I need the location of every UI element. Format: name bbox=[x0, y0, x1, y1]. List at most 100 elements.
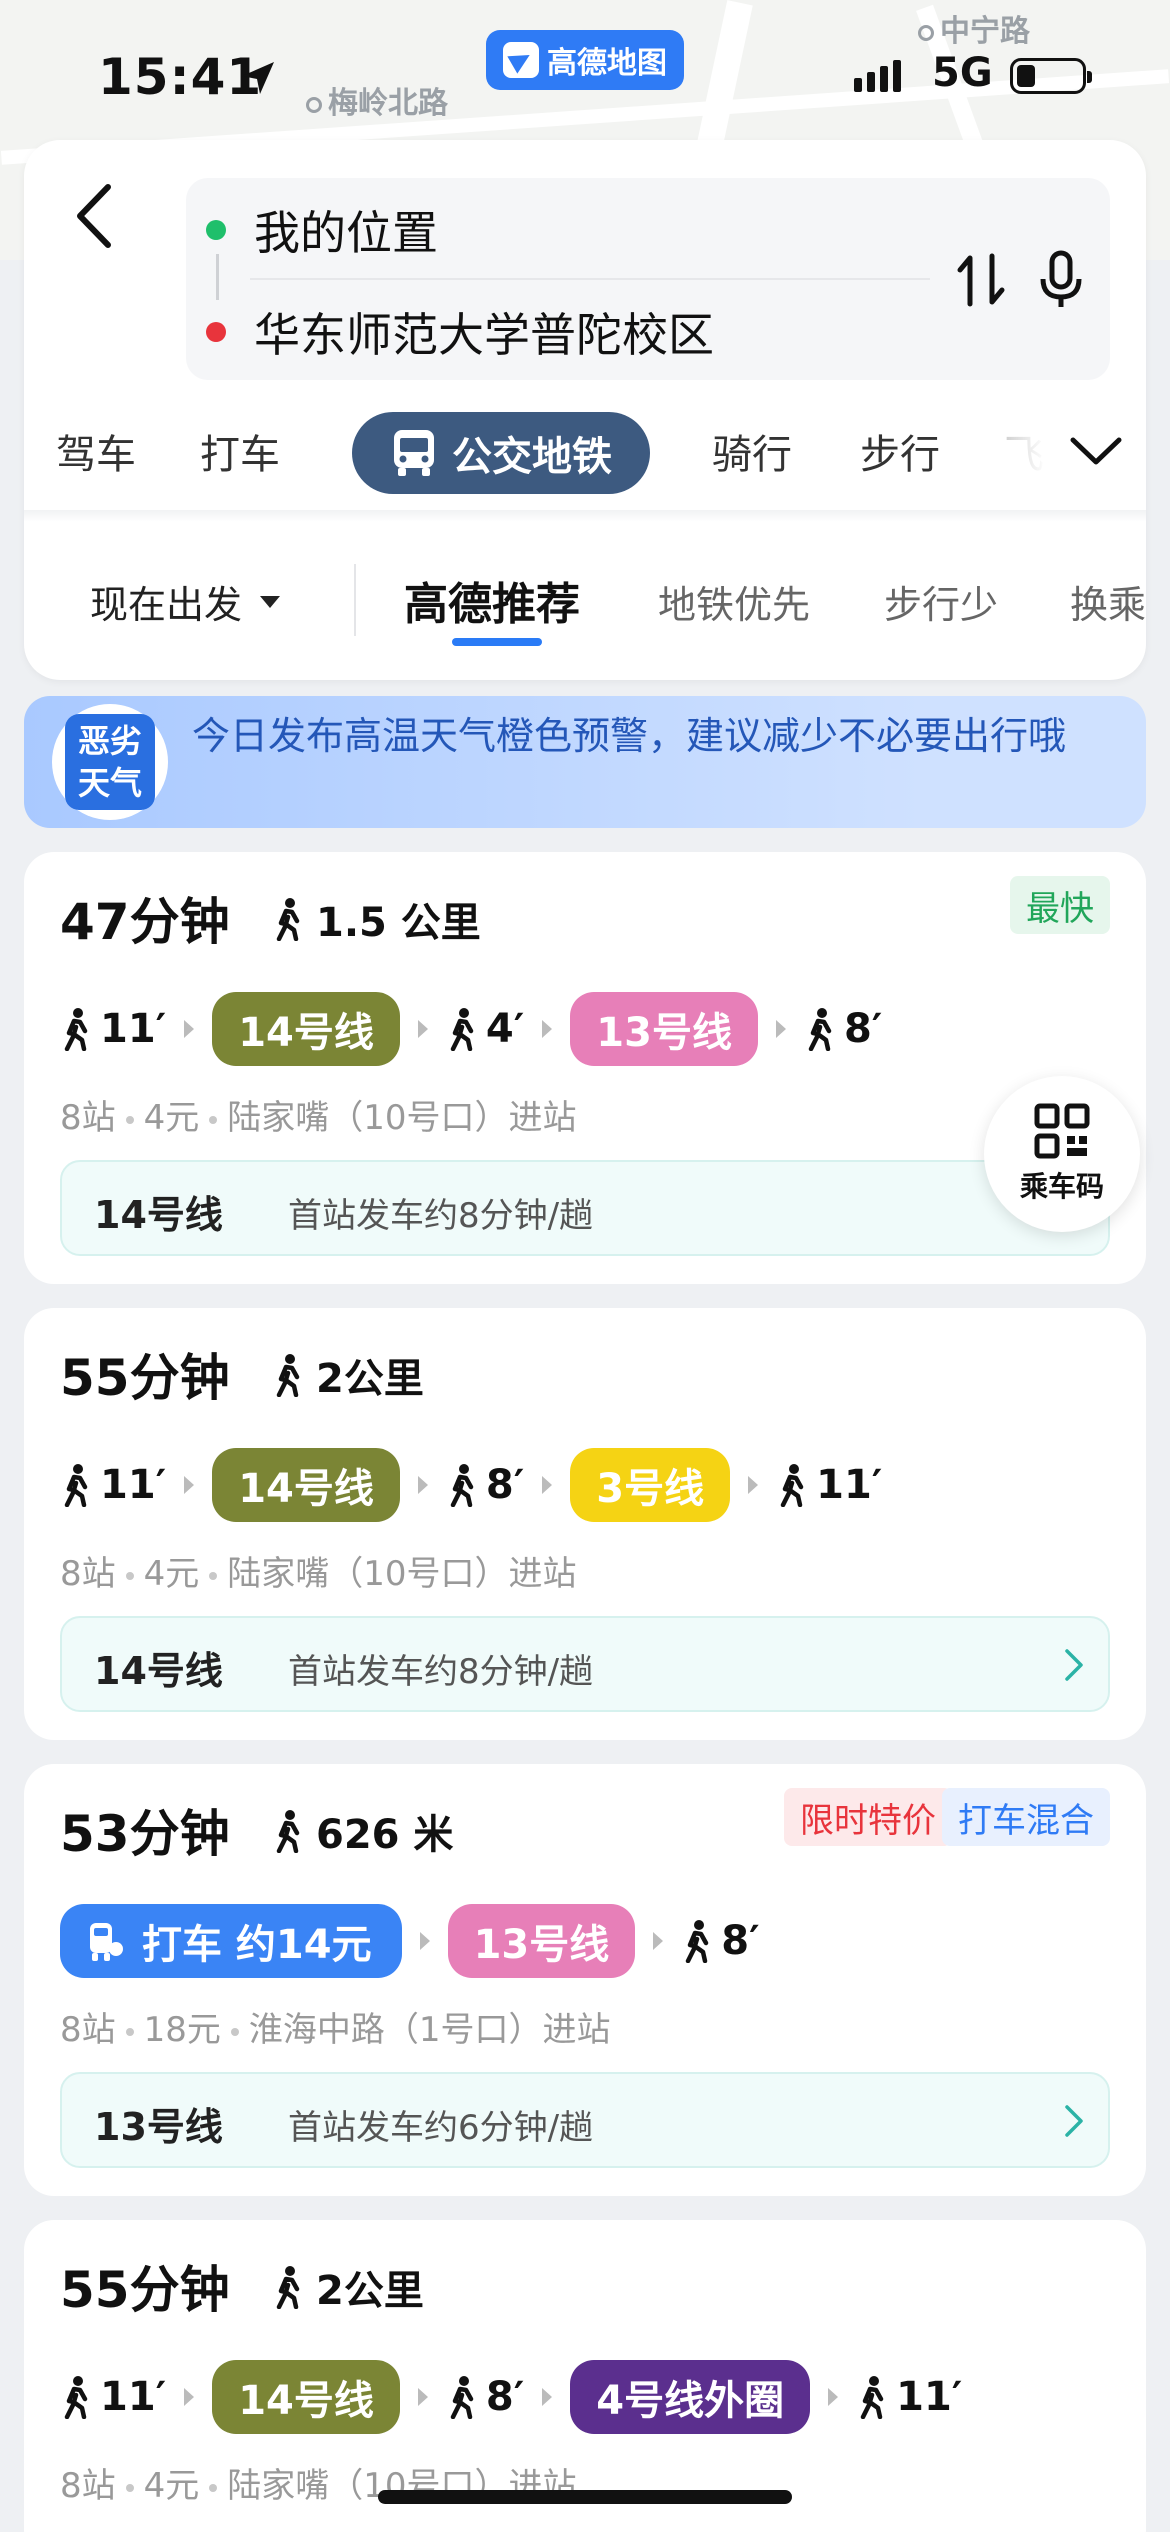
route-duration: 53分钟 bbox=[60, 1805, 230, 1863]
more-modes-button[interactable] bbox=[986, 410, 1146, 490]
walk-distance: 2公里 bbox=[272, 2258, 424, 2316]
caret-down-icon bbox=[260, 595, 281, 608]
walking-icon bbox=[64, 2376, 88, 2419]
walk-segment: 11′ bbox=[60, 1006, 166, 1052]
microphone-icon bbox=[1040, 250, 1082, 307]
route-duration: 55分钟 bbox=[60, 2261, 230, 2319]
walk-segment: 11′ bbox=[60, 2374, 166, 2420]
line-14-badge: 14号线 bbox=[212, 992, 400, 1066]
line-frequency-bar[interactable]: 14号线 首站发车约8分钟/趟 bbox=[60, 1160, 1110, 1256]
route-card[interactable]: 47分钟 1.5 公里 最快 11′ 14号线 4′ 13号线 8′ 8站 4元陆… bbox=[24, 852, 1146, 1284]
walk-distance: 1.5 公里 bbox=[272, 890, 481, 948]
weather-alert-text: 今日发布高温天气橙色预警，建议减少不必要出行哦 bbox=[192, 714, 1067, 758]
segment-arrow-icon bbox=[542, 2388, 553, 2406]
filter-subway-first[interactable]: 地铁优先 bbox=[658, 574, 810, 629]
divider bbox=[250, 278, 930, 280]
route-input-box: 我的位置 华东师范大学普陀校区 bbox=[186, 178, 1110, 380]
route-card[interactable]: 55分钟 2公里 11′ 14号线 8′ 3号线 11′ 8站 4元 陆家嘴（10号… bbox=[24, 1308, 1146, 1740]
segment-arrow-icon bbox=[417, 2388, 428, 2406]
walking-icon bbox=[450, 1008, 474, 1051]
qr-code-icon bbox=[1034, 1103, 1090, 1159]
route-card[interactable]: 55分钟 2公里 11′ 14号线 8′ 4号线外圈 11′ 8站 4元 陆家嘴（1… bbox=[24, 2220, 1146, 2532]
walking-icon bbox=[686, 1920, 709, 1963]
route-card[interactable]: 53分钟 626 米 限时特价 打车混合 打车 约14元 13号线 8′ 8站 1… bbox=[24, 1764, 1146, 2196]
destination-field[interactable]: 华东师范大学普陀校区 bbox=[206, 292, 714, 372]
status-bar: 15:41 高德地图 5G bbox=[0, 0, 1170, 140]
tab-walking[interactable]: 步行 bbox=[860, 422, 940, 480]
line-13-badge: 13号线 bbox=[447, 1904, 636, 1978]
network-type: 5G bbox=[932, 50, 993, 96]
chevron-left-icon bbox=[77, 184, 111, 248]
segment-arrow-icon bbox=[184, 2388, 195, 2406]
battery-icon bbox=[1010, 58, 1092, 94]
ride-code-button[interactable]: 乘车码 bbox=[984, 1076, 1140, 1232]
route-segments: 11′ 14号线 8′ 4号线外圈 11′ bbox=[60, 2360, 962, 2434]
segment-arrow-icon bbox=[828, 2388, 839, 2406]
weather-alert-banner[interactable]: 恶劣 天气 今日发布高温天气橙色预警，建议减少不必要出行哦 bbox=[24, 696, 1146, 828]
route-info: 8站 4元 陆家嘴（10号口）进站 bbox=[60, 1554, 577, 1594]
route-info: 8站 4元 陆家嘴（10号口）进站 bbox=[60, 1098, 577, 1138]
line-14-badge: 14号线 bbox=[212, 1448, 400, 1522]
route-search-card: 我的位置 华东师范大学普陀校区 驾车 打车 公交地铁 骑行 步行 现在出发 高德… bbox=[24, 140, 1146, 680]
chevron-down-icon bbox=[1070, 437, 1122, 465]
walk-distance: 2公里 bbox=[272, 1346, 424, 1404]
line-4-outer-badge: 4号线外圈 bbox=[570, 2360, 811, 2434]
segment-arrow-icon bbox=[184, 1020, 195, 1038]
filter-recommended[interactable]: 高德推荐 bbox=[404, 568, 580, 632]
divider bbox=[24, 510, 1146, 522]
home-indicator[interactable] bbox=[378, 2490, 792, 2504]
segment-arrow-icon bbox=[748, 1476, 759, 1494]
weather-badge-icon: 恶劣 天气 bbox=[52, 704, 168, 820]
back-button[interactable] bbox=[64, 176, 124, 256]
chevron-right-icon bbox=[1065, 1649, 1083, 1681]
tab-taxi[interactable]: 打车 bbox=[200, 422, 280, 480]
app-return-pill[interactable]: 高德地图 bbox=[486, 30, 684, 90]
segment-arrow-icon bbox=[775, 1020, 786, 1038]
walk-segment: 11′ bbox=[60, 1462, 166, 1508]
route-segments: 11′ 14号线 8′ 3号线 11′ bbox=[60, 1448, 882, 1522]
voice-input-button[interactable] bbox=[1026, 240, 1096, 320]
segment-arrow-icon bbox=[653, 1932, 664, 1950]
active-filter-indicator bbox=[452, 638, 542, 646]
tab-cycling[interactable]: 骑行 bbox=[712, 422, 792, 480]
depart-time-dropdown[interactable]: 现在出发 bbox=[90, 574, 281, 629]
route-segments: 打车 约14元 13号线 8′ bbox=[60, 1904, 760, 1978]
swap-button[interactable] bbox=[946, 240, 1016, 320]
walking-icon bbox=[276, 2266, 300, 2309]
tab-drive[interactable]: 驾车 bbox=[56, 422, 136, 480]
tab-transit[interactable]: 公交地铁 bbox=[352, 412, 650, 494]
origin-field[interactable]: 我的位置 bbox=[206, 190, 438, 270]
swap-arrows-icon bbox=[957, 253, 1005, 307]
travel-mode-tabs: 驾车 打车 公交地铁 骑行 步行 飞 bbox=[24, 400, 1146, 500]
walking-icon bbox=[450, 1464, 474, 1507]
origin-text: 我的位置 bbox=[254, 206, 438, 260]
segment-arrow-icon bbox=[184, 1476, 195, 1494]
taxi-mix-tag: 打车混合 bbox=[942, 1788, 1110, 1846]
limited-offer-tag: 限时特价 bbox=[784, 1788, 952, 1846]
taxi-segment-badge: 打车 约14元 bbox=[60, 1904, 402, 1978]
destination-dot bbox=[206, 322, 226, 342]
line-13-badge: 13号线 bbox=[570, 992, 758, 1066]
walking-icon bbox=[64, 1464, 88, 1507]
walking-icon bbox=[64, 1008, 88, 1051]
line-frequency-bar[interactable]: 14号线 首站发车约8分钟/趟 bbox=[60, 1616, 1110, 1712]
route-segments: 11′ 14号线 4′ 13号线 8′ bbox=[60, 992, 882, 1066]
segment-arrow-icon bbox=[542, 1020, 553, 1038]
walking-icon bbox=[276, 1354, 300, 1397]
walking-icon bbox=[780, 1464, 804, 1507]
filter-fewer-transfers[interactable]: 换乘 bbox=[1070, 574, 1146, 629]
walk-segment: 11′ bbox=[776, 1462, 882, 1508]
origin-dot bbox=[206, 220, 226, 240]
filter-less-walking[interactable]: 步行少 bbox=[884, 574, 998, 629]
segment-arrow-icon bbox=[419, 1932, 430, 1950]
route-duration: 55分钟 bbox=[60, 1349, 230, 1407]
route-info: 8站 18元 淮海中路（1号口）进站 bbox=[60, 2010, 611, 2050]
line-3-badge: 3号线 bbox=[570, 1448, 731, 1522]
segment-arrow-icon bbox=[542, 1476, 553, 1494]
divider bbox=[354, 564, 356, 636]
route-duration: 47分钟 bbox=[60, 893, 230, 951]
walk-segment: 8′ bbox=[681, 1918, 760, 1964]
walking-icon bbox=[860, 2376, 884, 2419]
line-frequency-bar[interactable]: 13号线 首站发车约6分钟/趟 bbox=[60, 2072, 1110, 2168]
walking-icon bbox=[276, 1810, 300, 1853]
